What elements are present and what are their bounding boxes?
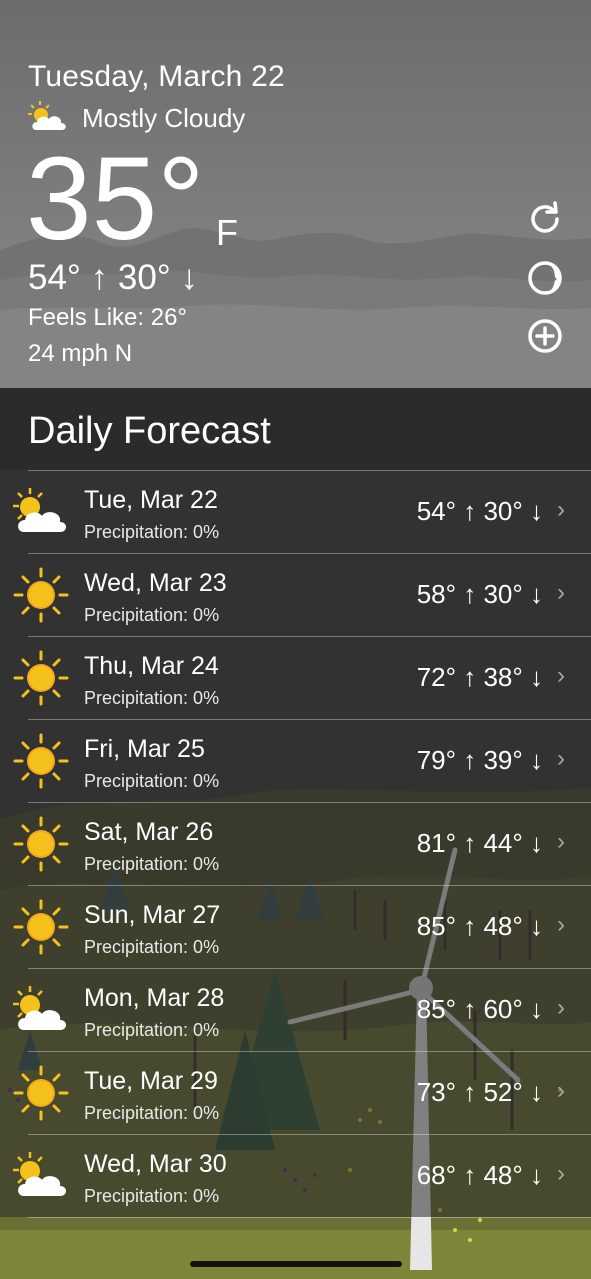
list-end-divider <box>28 1217 591 1218</box>
forecast-temps: 85° ↑ 60° ↓ <box>416 994 543 1024</box>
sun-cloud-icon <box>13 488 66 532</box>
weather-icon <box>10 733 72 789</box>
chevron-right-icon: › <box>557 1077 565 1104</box>
forecast-precip: Precipitation: 0% <box>84 937 220 957</box>
forecast-row[interactable]: Wed, Mar 30 Precipitation: 0% 68° ↑ 48° … <box>0 1134 591 1217</box>
forecast-temps: 68° ↑ 48° ↓ <box>416 1160 543 1190</box>
row-divider <box>28 802 591 803</box>
daily-forecast-header: Daily Forecast <box>0 388 591 470</box>
forecast-temps: 58° ↑ 30° ↓ <box>416 579 543 609</box>
high-low-temperature: 54° ↑ 30° ↓ <box>28 258 199 297</box>
forecast-day: Mon, Mar 28 <box>84 984 225 1012</box>
refresh-icon <box>531 201 559 233</box>
sun-icon <box>13 650 69 706</box>
forecast-precip: Precipitation: 0% <box>84 522 220 542</box>
add-location-icon <box>528 319 562 353</box>
forecast-row[interactable]: Sun, Mar 27 Precipitation: 0% 85° ↑ 48° … <box>0 885 591 968</box>
chevron-right-icon: › <box>557 828 565 855</box>
forecast-row[interactable]: Sat, Mar 26 Precipitation: 0% 81° ↑ 44° … <box>0 802 591 885</box>
moon-phase-icon <box>528 261 562 295</box>
current-date: Tuesday, March 22 <box>28 60 285 93</box>
row-divider <box>28 885 591 886</box>
forecast-day: Tue, Mar 29 <box>84 1067 218 1095</box>
chevron-right-icon: › <box>557 1160 565 1187</box>
forecast-precip: Precipitation: 0% <box>84 854 220 874</box>
forecast-precip: Precipitation: 0% <box>84 605 220 625</box>
forecast-precip: Precipitation: 0% <box>84 1103 220 1123</box>
wind-speed: 24 mph N <box>28 340 133 367</box>
sun-icon <box>13 1065 69 1121</box>
forecast-day: Tue, Mar 22 <box>84 486 218 514</box>
forecast-row[interactable]: Tue, Mar 22 Precipitation: 0% 54° ↑ 30° … <box>0 470 591 553</box>
forecast-precip: Precipitation: 0% <box>84 1020 220 1040</box>
sun-icon <box>13 899 69 955</box>
daily-forecast-title: Daily Forecast <box>28 410 271 452</box>
sun-icon <box>13 816 69 872</box>
forecast-row[interactable]: Tue, Mar 29 Precipitation: 0% 73° ↑ 52° … <box>0 1051 591 1134</box>
weather-icon <box>10 982 72 1038</box>
chevron-right-icon: › <box>557 745 565 772</box>
forecast-precip: Precipitation: 0% <box>84 688 220 708</box>
weather-icon <box>10 899 72 955</box>
add-location-button[interactable] <box>526 317 564 355</box>
home-indicator[interactable] <box>190 1261 402 1267</box>
forecast-row[interactable]: Thu, Mar 24 Precipitation: 0% 72° ↑ 38° … <box>0 636 591 719</box>
forecast-temps: 85° ↑ 48° ↓ <box>416 911 543 941</box>
chevron-right-icon: › <box>557 579 565 606</box>
current-temperature: 35° <box>26 133 205 265</box>
chevron-right-icon: › <box>557 496 565 523</box>
row-divider <box>28 968 591 969</box>
temperature-unit[interactable]: F <box>216 212 238 254</box>
forecast-row[interactable]: Fri, Mar 25 Precipitation: 0% 79° ↑ 39° … <box>0 719 591 802</box>
moon-phase-button[interactable] <box>526 259 564 297</box>
forecast-temps: 73° ↑ 52° ↓ <box>416 1077 543 1107</box>
current-conditions-header: Tuesday, March 22 Mostly Cloudy 35° F 54… <box>0 0 591 388</box>
forecast-day: Sun, Mar 27 <box>84 901 221 929</box>
chevron-right-icon: › <box>557 662 565 689</box>
forecast-day: Wed, Mar 23 <box>84 569 227 597</box>
row-divider <box>28 553 591 554</box>
forecast-precip: Precipitation: 0% <box>84 771 220 791</box>
forecast-day: Sat, Mar 26 <box>84 818 214 846</box>
row-divider <box>28 719 591 720</box>
row-divider <box>28 470 591 471</box>
row-divider <box>28 1134 591 1135</box>
weather-icon <box>10 567 72 623</box>
chevron-right-icon: › <box>557 911 565 938</box>
forecast-day: Thu, Mar 24 <box>84 652 219 680</box>
chevron-right-icon: › <box>557 994 565 1021</box>
forecast-temps: 54° ↑ 30° ↓ <box>416 496 543 526</box>
row-divider <box>28 1051 591 1052</box>
forecast-temps: 79° ↑ 39° ↓ <box>416 745 543 775</box>
forecast-temps: 81° ↑ 44° ↓ <box>416 828 543 858</box>
forecast-row[interactable]: Wed, Mar 23 Precipitation: 0% 58° ↑ 30° … <box>0 553 591 636</box>
weather-icon <box>10 1065 72 1121</box>
row-divider <box>28 636 591 637</box>
sun-cloud-icon <box>13 986 66 1030</box>
forecast-day: Wed, Mar 30 <box>84 1150 227 1178</box>
daily-forecast-list: Tue, Mar 22 Precipitation: 0% 54° ↑ 30° … <box>0 470 591 1217</box>
condition-row: Mostly Cloudy <box>28 100 245 136</box>
sun-icon <box>13 567 69 623</box>
weather-icon <box>10 1148 72 1204</box>
feels-like: Feels Like: 26° <box>28 304 188 331</box>
weather-icon <box>10 816 72 872</box>
forecast-temps: 72° ↑ 38° ↓ <box>416 662 543 692</box>
sun-icon <box>13 733 69 789</box>
refresh-button[interactable] <box>526 200 564 238</box>
sun-cloud-icon <box>28 101 66 130</box>
forecast-day: Fri, Mar 25 <box>84 735 205 763</box>
sun-cloud-icon <box>13 1152 66 1196</box>
weather-icon <box>10 484 72 540</box>
forecast-precip: Precipitation: 0% <box>84 1186 220 1206</box>
forecast-row[interactable]: Mon, Mar 28 Precipitation: 0% 85° ↑ 60° … <box>0 968 591 1051</box>
condition-text: Mostly Cloudy <box>82 102 246 133</box>
weather-icon <box>10 650 72 706</box>
